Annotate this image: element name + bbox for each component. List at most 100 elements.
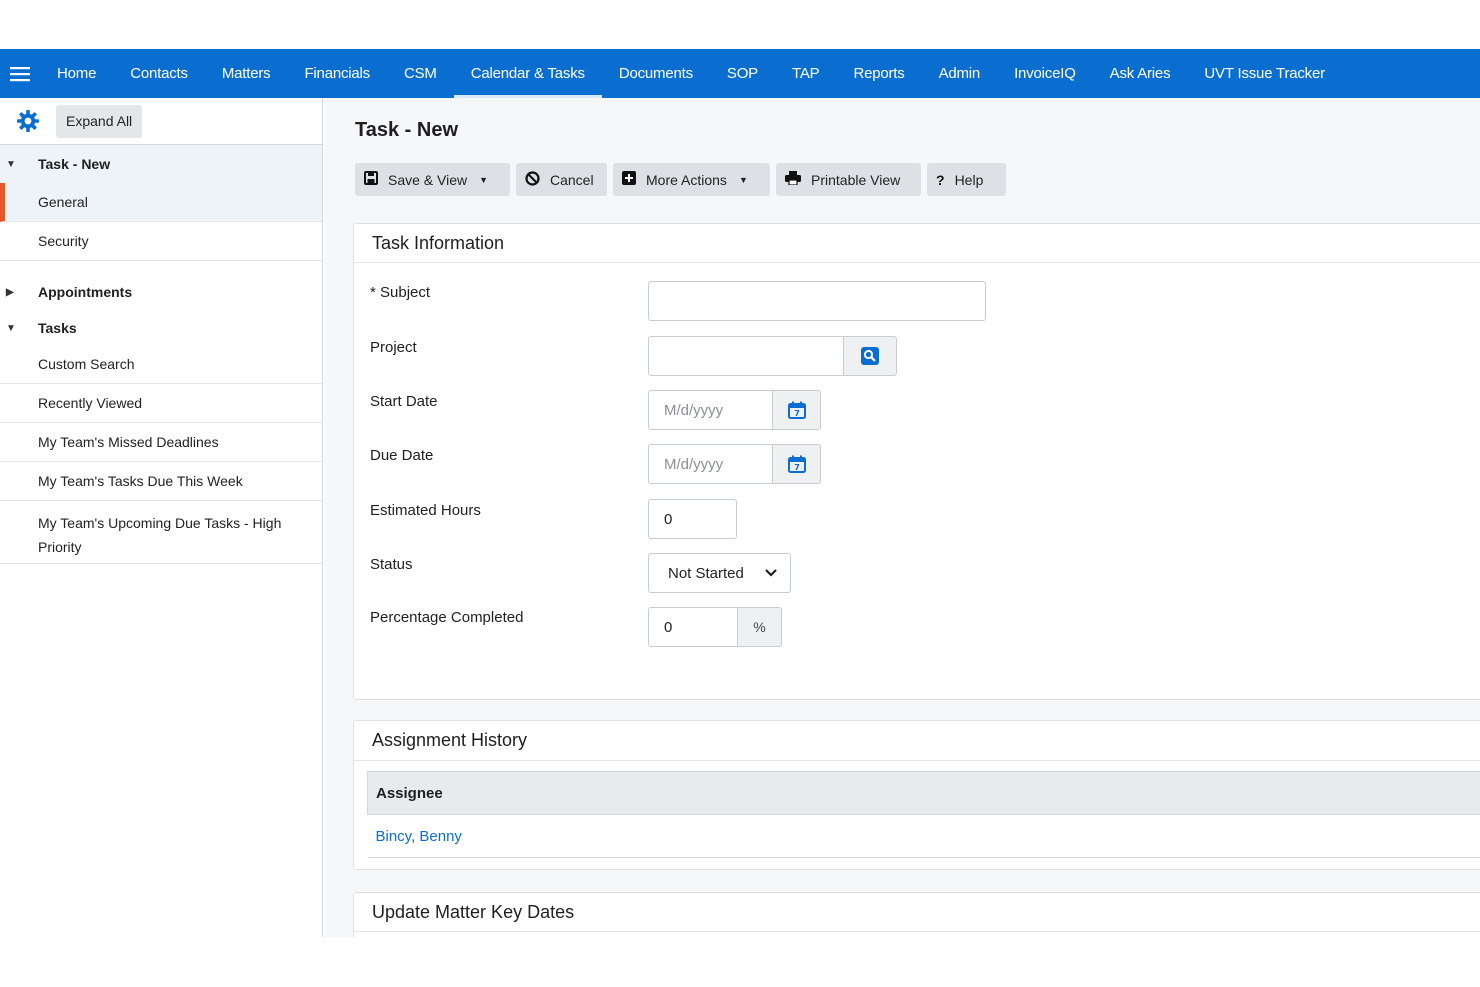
nav-calendar-tasks[interactable]: Calendar & Tasks <box>453 49 602 98</box>
task-information-panel: Task Information * Subject Project Start… <box>353 223 1480 700</box>
save-view-button[interactable]: Save & View ▼ <box>355 163 510 196</box>
estimated-hours-label: Estimated Hours <box>370 502 481 519</box>
nav-financials[interactable]: Financials <box>287 49 387 98</box>
sidebar-item-upcoming-high-priority[interactable]: My Team's Upcoming Due Tasks - High Prio… <box>0 501 322 564</box>
search-icon <box>861 347 879 365</box>
due-date-calendar-button[interactable]: 7 <box>772 444 821 484</box>
page-title: Task - New <box>355 119 458 141</box>
start-date-placeholder: M/d/yyyy <box>664 401 724 419</box>
project-label: Project <box>370 339 417 356</box>
nav-uvt-issue-tracker[interactable]: UVT Issue Tracker <box>1187 49 1342 98</box>
percentage-value: 0 <box>664 618 673 636</box>
subject-label: * Subject <box>370 284 431 301</box>
start-date-input[interactable]: M/d/yyyy <box>648 390 773 430</box>
percentage-addon: % <box>737 607 782 647</box>
status-selected-value: Not Started <box>668 564 744 582</box>
sidebar-item-custom-search[interactable]: Custom Search <box>0 345 322 384</box>
printer-icon <box>785 171 801 188</box>
calendar-icon: 7 <box>787 455 806 473</box>
subject-value <box>649 282 985 320</box>
sidebar-toolbar: Expand All <box>0 98 322 145</box>
nav-tap[interactable]: TAP <box>775 49 836 98</box>
save-icon <box>364 171 378 188</box>
table-row: Bincy, Benny <box>367 814 1480 858</box>
sidebar: Expand All ▼ Task - New General Security… <box>0 98 323 937</box>
project-lookup <box>648 336 897 376</box>
top-navigation-bar: Home Contacts Matters Financials CSM Cal… <box>0 49 1480 98</box>
plus-square-icon <box>622 171 636 188</box>
assignee-link[interactable]: Bincy, Benny <box>367 814 1480 858</box>
percentage-group: 0 % <box>648 607 782 647</box>
cancel-label: Cancel <box>550 171 594 188</box>
assignment-history-table: Assignee Bincy, Benny <box>367 771 1480 858</box>
sidebar-item-recently-viewed[interactable]: Recently Viewed <box>0 384 322 423</box>
sidebar-group-label: Tasks <box>38 320 77 336</box>
sidebar-group-label: Task - New <box>38 156 111 172</box>
sidebar-group-appointments[interactable]: ▶ Appointments <box>0 273 322 311</box>
gear-icon[interactable] <box>14 107 42 135</box>
panel-heading: Task Information <box>354 224 1480 263</box>
caret-down-icon: ▼ <box>6 158 16 170</box>
assignment-history-panel: Assignment History Assignee Bincy, Benny <box>353 720 1480 870</box>
nav-sop[interactable]: SOP <box>710 49 775 98</box>
sidebar-item-security[interactable]: Security <box>0 222 322 261</box>
due-date-picker: M/d/yyyy 7 <box>648 444 821 484</box>
save-view-label: Save & View <box>388 171 468 188</box>
status-label: Status <box>370 556 413 573</box>
project-search-button[interactable] <box>843 336 897 376</box>
sidebar-group-task-new[interactable]: ▼ Task - New <box>0 145 322 183</box>
svg-text:7: 7 <box>794 463 800 472</box>
due-date-label: Due Date <box>370 447 434 464</box>
caret-right-icon: ▶ <box>6 286 14 298</box>
sidebar-item-general[interactable]: General <box>0 183 322 222</box>
help-button[interactable]: ? Help <box>927 163 1006 196</box>
due-date-placeholder: M/d/yyyy <box>664 455 724 473</box>
estimated-hours-value: 0 <box>664 510 673 528</box>
sidebar-item-tasks-due-this-week[interactable]: My Team's Tasks Due This Week <box>0 462 322 501</box>
nav-documents[interactable]: Documents <box>602 49 710 98</box>
sidebar-group-tasks[interactable]: ▼ Tasks <box>0 311 322 345</box>
start-date-picker: M/d/yyyy 7 <box>648 390 821 430</box>
start-date-calendar-button[interactable]: 7 <box>772 390 821 430</box>
sidebar-item-missed-deadlines[interactable]: My Team's Missed Deadlines <box>0 423 322 462</box>
start-date-label: Start Date <box>370 393 438 410</box>
hamburger-menu-icon[interactable] <box>0 49 40 98</box>
help-label: Help <box>954 171 984 188</box>
nav-ask-aries[interactable]: Ask Aries <box>1093 49 1188 98</box>
project-input[interactable] <box>648 336 844 376</box>
main-content: Task - New Save & View ▼ Cancel More Act… <box>324 98 1480 937</box>
nav-home[interactable]: Home <box>40 49 113 98</box>
printable-view-label: Printable View <box>811 171 901 188</box>
more-actions-label: More Actions <box>646 171 727 188</box>
panel-heading: Assignment History <box>354 721 1480 761</box>
calendar-icon: 7 <box>787 401 806 419</box>
estimated-hours-input[interactable]: 0 <box>648 499 737 539</box>
column-header-assignee[interactable]: Assignee <box>367 771 1480 815</box>
percentage-label: Percentage Completed <box>370 609 524 626</box>
question-icon: ? <box>936 171 945 188</box>
chevron-down-icon[interactable]: ▼ <box>479 175 488 185</box>
percentage-input[interactable]: 0 <box>648 607 738 647</box>
chevron-down-icon <box>765 569 777 577</box>
panel-heading: Update Matter Key Dates <box>354 893 1480 932</box>
more-actions-button[interactable]: More Actions ▼ <box>613 163 770 196</box>
printable-view-button[interactable]: Printable View <box>776 163 921 196</box>
nav-invoiceiq[interactable]: InvoiceIQ <box>997 49 1093 98</box>
subject-input[interactable] <box>648 281 986 321</box>
caret-down-icon: ▼ <box>6 322 16 334</box>
nav-contacts[interactable]: Contacts <box>113 49 205 98</box>
sidebar-group-label: Appointments <box>38 284 133 300</box>
due-date-input[interactable]: M/d/yyyy <box>648 444 773 484</box>
nav-matters[interactable]: Matters <box>205 49 288 98</box>
nav-reports[interactable]: Reports <box>836 49 921 98</box>
action-toolbar: Save & View ▼ Cancel More Actions ▼ Prin… <box>355 163 1006 196</box>
status-select[interactable]: Not Started <box>648 553 791 593</box>
nav-admin[interactable]: Admin <box>922 49 998 98</box>
nav-csm[interactable]: CSM <box>387 49 454 98</box>
cancel-icon <box>525 170 540 189</box>
expand-all-button[interactable]: Expand All <box>56 104 143 138</box>
cancel-button[interactable]: Cancel <box>516 163 607 196</box>
svg-text:7: 7 <box>794 409 800 418</box>
update-matter-key-dates-panel: Update Matter Key Dates <box>353 892 1480 937</box>
